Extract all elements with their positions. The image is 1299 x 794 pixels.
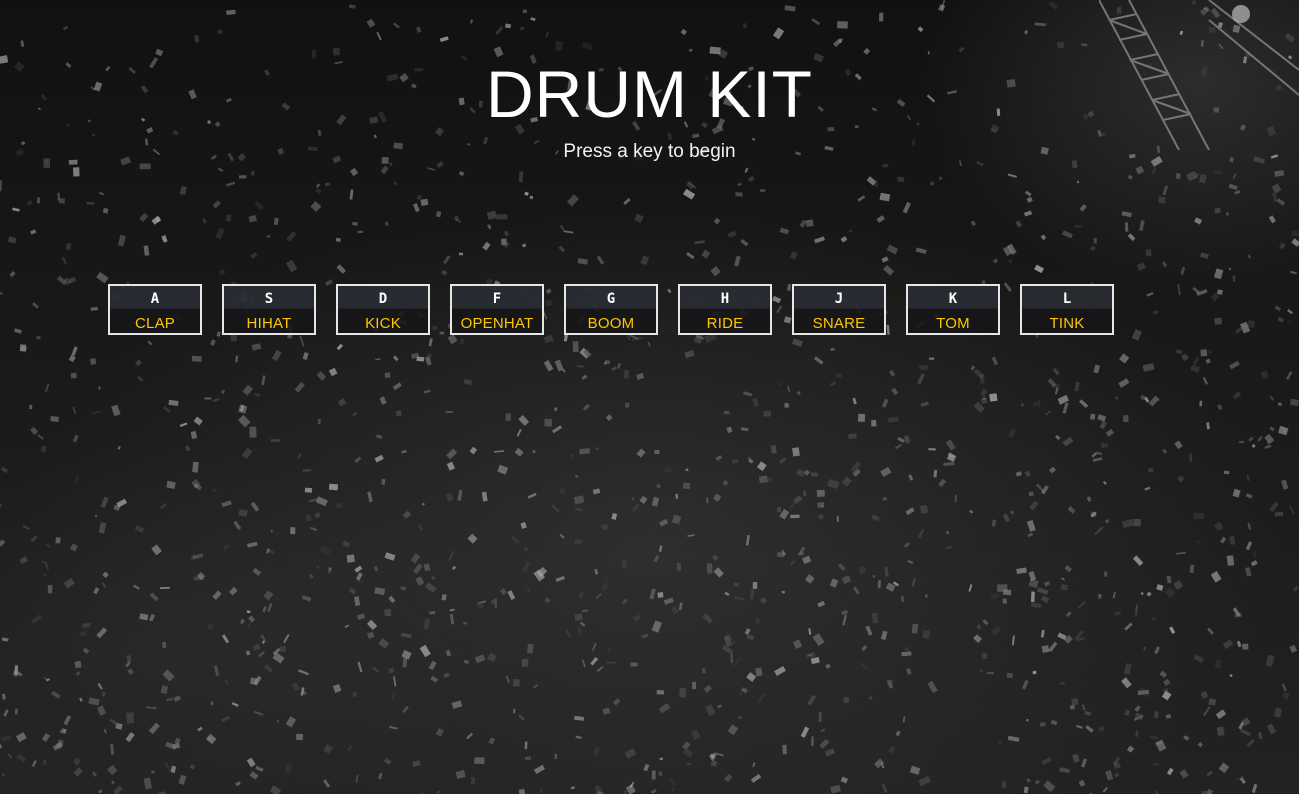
sound-label: RIDE — [706, 315, 744, 332]
sound-label: CLAP — [135, 315, 175, 332]
drum-key-tink[interactable]: L TINK — [1020, 284, 1114, 335]
drum-key-ride[interactable]: H RIDE — [678, 284, 772, 335]
key-letter: K — [948, 291, 958, 307]
drum-key-hihat[interactable]: S HIHAT — [222, 284, 316, 335]
drum-key-clap[interactable]: A CLAP — [108, 284, 202, 335]
drum-key-kick[interactable]: D KICK — [336, 284, 430, 335]
sound-label: SNARE — [812, 315, 866, 332]
key-letter: F — [492, 291, 502, 307]
drum-key-boom[interactable]: G BOOM — [564, 284, 658, 335]
key-letter: A — [150, 291, 160, 307]
drum-kit-page: DRUM KIT Press a key to begin A CLAP S H… — [0, 0, 1299, 794]
sound-label: KICK — [365, 315, 401, 332]
drum-key-tom[interactable]: K TOM — [906, 284, 1000, 335]
drum-key-openhat[interactable]: F OPENHAT — [450, 284, 544, 335]
sound-label: TINK — [1049, 315, 1085, 332]
sound-label: OPENHAT — [460, 315, 534, 332]
key-letter: G — [606, 291, 616, 307]
key-letter: H — [720, 291, 730, 307]
sound-label: TOM — [936, 315, 970, 332]
key-letter: S — [264, 291, 274, 307]
page-subtitle: Press a key to begin — [563, 141, 736, 162]
sound-label: BOOM — [587, 315, 635, 332]
sound-label: HIHAT — [246, 315, 292, 332]
key-letter: L — [1062, 291, 1072, 307]
key-letter: D — [378, 291, 388, 307]
drum-keys: A CLAP S HIHAT D KICK F OPENHAT G BOOM H… — [108, 284, 1114, 335]
page-title: DRUM KIT — [486, 57, 813, 131]
drum-key-snare[interactable]: J SNARE — [792, 284, 886, 335]
key-letter: J — [834, 291, 844, 307]
